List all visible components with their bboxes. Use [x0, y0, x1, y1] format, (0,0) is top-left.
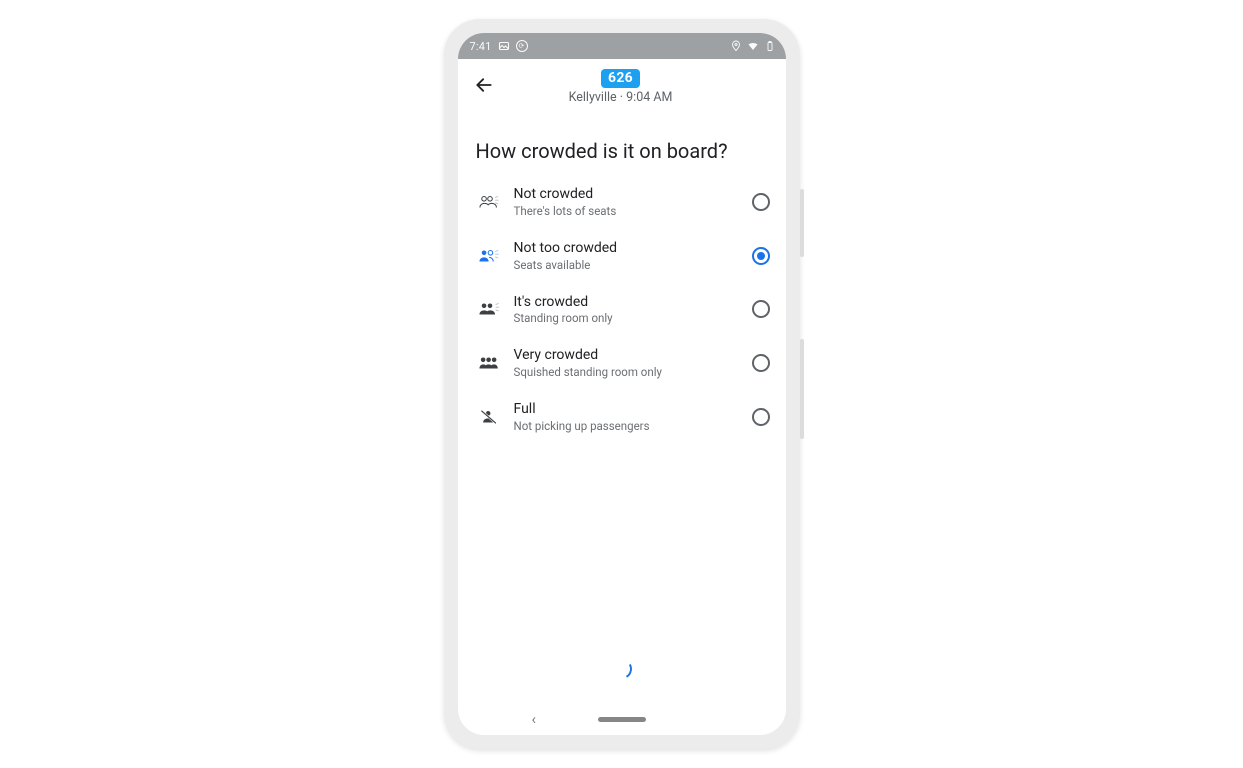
radio-button[interactable]	[752, 354, 770, 372]
option-subtitle: Seats available	[514, 258, 752, 272]
option-its-crowded[interactable]: It's crowdedStanding room only	[472, 283, 776, 337]
option-title: It's crowded	[514, 294, 752, 311]
option-very-crowded[interactable]: Very crowdedSquished standing room only	[472, 336, 776, 390]
people-filled-icon	[479, 300, 501, 318]
radio-button[interactable]	[752, 300, 770, 318]
option-subtitle: There's lots of seats	[514, 204, 752, 218]
battery-icon	[764, 40, 776, 52]
crowdedness-options: Not crowdedThere's lots of seats Not too…	[458, 173, 786, 444]
radio-button[interactable]	[752, 193, 770, 211]
status-bar-right	[730, 40, 776, 52]
option-not-too-crowded[interactable]: Not too crowdedSeats available	[472, 229, 776, 283]
loading-indicator	[458, 659, 786, 679]
location-pin-icon	[730, 40, 742, 52]
option-icon	[476, 193, 504, 211]
screen: 7:41 ⟳	[458, 33, 786, 735]
radio-button[interactable]	[752, 247, 770, 265]
people-partial-icon	[479, 247, 501, 265]
option-full[interactable]: FullNot picking up passengers	[472, 390, 776, 444]
option-subtitle: Standing room only	[514, 311, 752, 325]
option-icon	[476, 247, 504, 265]
status-time: 7:41	[470, 40, 492, 53]
phone-side-button	[800, 189, 804, 257]
route-subheader: Kellyville · 9:04 AM	[569, 90, 673, 105]
status-bar: 7:41 ⟳	[458, 33, 786, 59]
option-title: Very crowded	[514, 347, 752, 364]
radio-button[interactable]	[752, 408, 770, 426]
route-location: Kellyville	[569, 90, 617, 105]
option-title: Not too crowded	[514, 240, 752, 257]
image-icon	[498, 40, 510, 52]
phone-frame: 7:41 ⟳	[444, 19, 800, 749]
option-not-crowded[interactable]: Not crowdedThere's lots of seats	[472, 175, 776, 229]
no-entry-person-icon	[479, 408, 501, 426]
wifi-icon	[747, 40, 759, 52]
option-subtitle: Squished standing room only	[514, 365, 752, 379]
option-subtitle: Not picking up passengers	[514, 419, 752, 433]
option-text: FullNot picking up passengers	[504, 401, 752, 433]
option-icon	[476, 354, 504, 372]
app-header: 626 Kellyville · 9:04 AM	[458, 59, 786, 111]
route-time: 9:04 AM	[626, 90, 672, 105]
system-back-button[interactable]: ‹	[532, 710, 537, 728]
option-title: Not crowded	[514, 186, 752, 203]
system-nav-bar: ‹	[458, 703, 786, 735]
option-text: Not too crowdedSeats available	[504, 240, 752, 272]
option-icon	[476, 300, 504, 318]
sync-icon: ⟳	[516, 40, 528, 52]
option-title: Full	[514, 401, 752, 418]
people-crowd-icon	[479, 354, 501, 372]
question-text: How crowded is it on board?	[458, 111, 786, 173]
header-title-block: 626 Kellyville · 9:04 AM	[470, 69, 772, 105]
option-text: Very crowdedSquished standing room only	[504, 347, 752, 379]
people-outline-icon	[479, 193, 501, 211]
spinner-icon	[609, 657, 633, 681]
system-home-handle[interactable]	[598, 717, 646, 722]
option-text: It's crowdedStanding room only	[504, 294, 752, 326]
route-badge: 626	[601, 69, 640, 88]
phone-side-button	[800, 339, 804, 439]
status-bar-left: 7:41 ⟳	[470, 40, 528, 53]
option-icon	[476, 408, 504, 426]
option-text: Not crowdedThere's lots of seats	[504, 186, 752, 218]
